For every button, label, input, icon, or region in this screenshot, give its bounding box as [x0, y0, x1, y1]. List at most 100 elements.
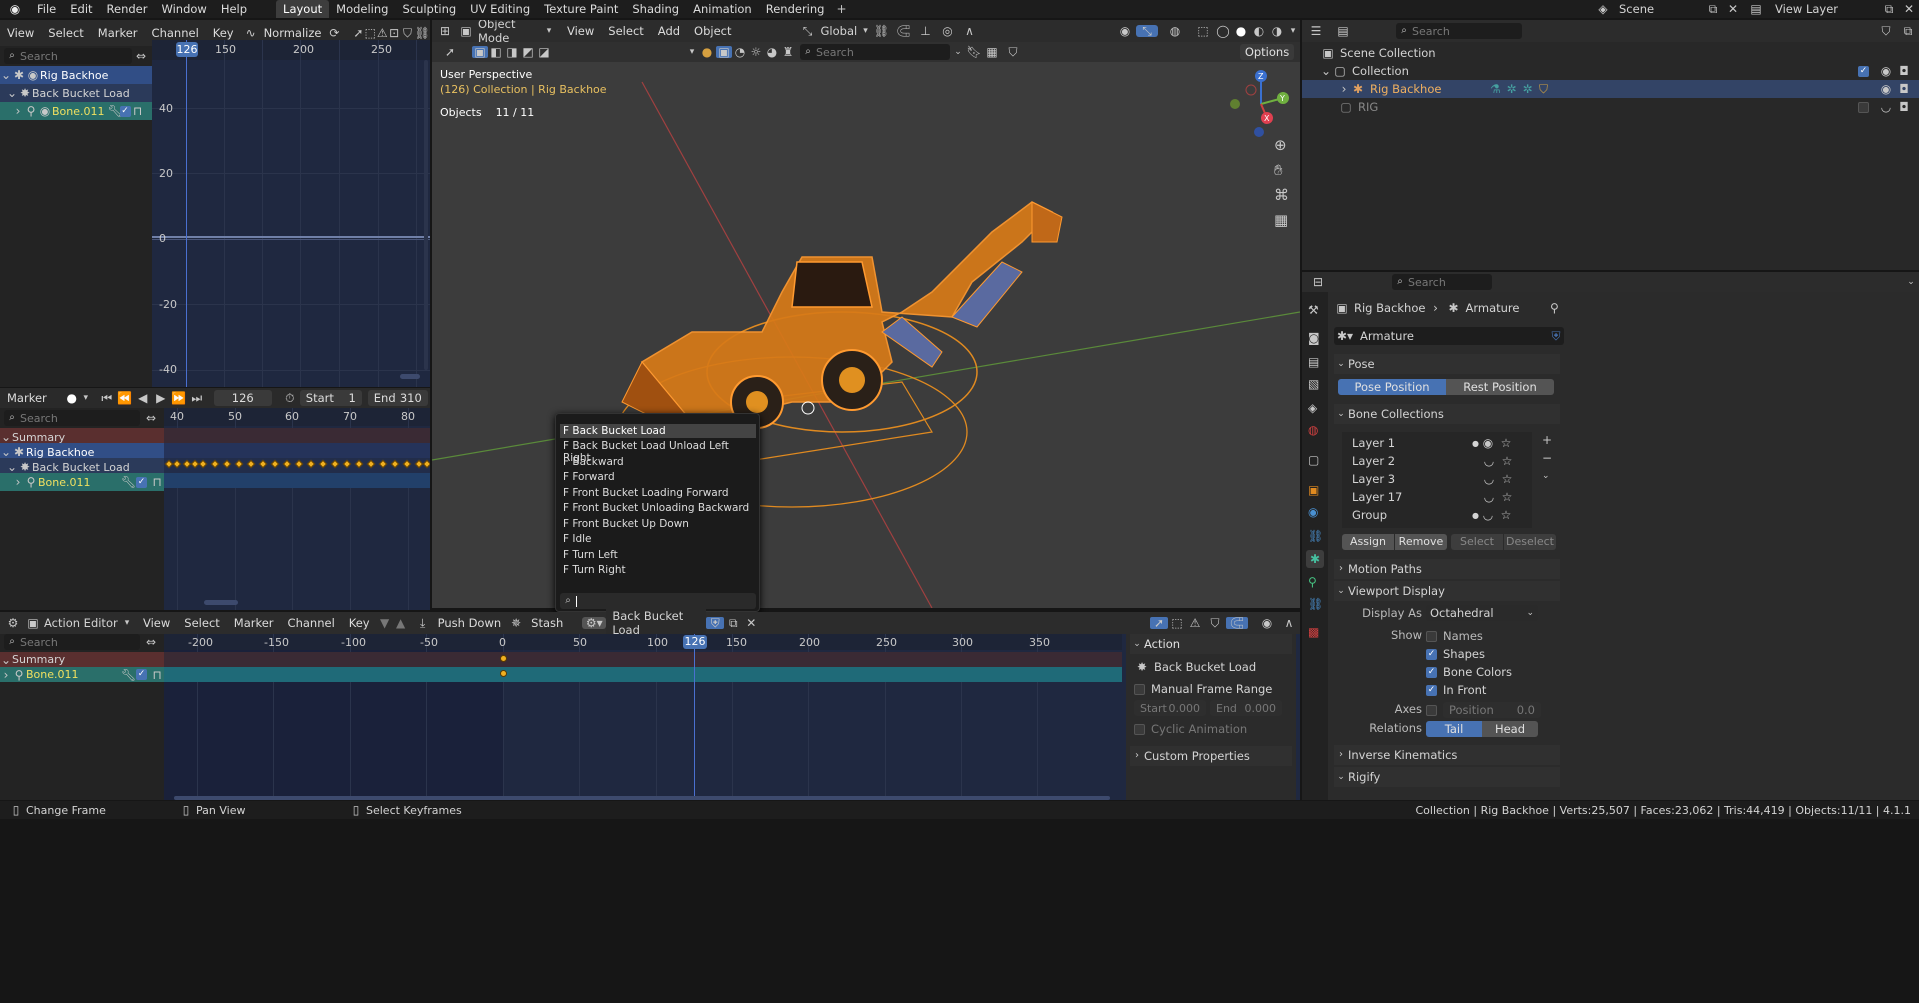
camera-view-icon[interactable]: ⌘: [1274, 188, 1289, 203]
timeline-keyframe[interactable]: [390, 459, 400, 469]
bone-collection-row[interactable]: Group ● ◡ ☆: [1342, 506, 1532, 524]
proportional-icon[interactable]: ◉: [1256, 617, 1278, 629]
graph-menu-view[interactable]: View: [0, 22, 41, 44]
bone-colors-checkbox[interactable]: ✓: [1426, 666, 1437, 678]
dropdown-item[interactable]: F Turn Right: [563, 564, 626, 576]
outliner-search-input[interactable]: Search: [1412, 25, 1450, 38]
blender-logo-icon[interactable]: ◉: [0, 3, 30, 15]
chevron-down-icon[interactable]: ▾: [861, 26, 871, 36]
box-select-icon[interactable]: ⬚: [1168, 617, 1186, 629]
view-layer-name[interactable]: View Layer: [1769, 2, 1879, 16]
render-shading-icon[interactable]: ◑: [1268, 25, 1286, 37]
viewport-display-header[interactable]: ⌄ Viewport Display: [1334, 581, 1560, 601]
layer-down-icon[interactable]: ▼: [377, 617, 393, 629]
expand-icon[interactable]: ⌄: [1320, 65, 1332, 77]
graph-vscrollbar[interactable]: [424, 60, 428, 370]
dropdown-item[interactable]: F Front Bucket Unloading Backward: [563, 502, 749, 514]
graph-menu-marker[interactable]: Marker: [91, 22, 145, 44]
ae-menu-select[interactable]: Select: [177, 612, 226, 634]
timeline-keyframes[interactable]: [164, 458, 430, 473]
zoom-icon[interactable]: ⊕: [1274, 138, 1287, 153]
ae-keyframe-area[interactable]: -200 -150 -100 -50 0 50 100 150 200 250 …: [164, 634, 1122, 800]
remove-collection-icon[interactable]: −: [1542, 452, 1552, 464]
dropdown-item[interactable]: F Front Bucket Loading Forward: [563, 487, 729, 499]
timeline-keyframe[interactable]: [422, 459, 430, 469]
graph-menu-select[interactable]: Select: [41, 22, 90, 44]
menu-file[interactable]: File: [30, 0, 63, 18]
timeline-keyframe[interactable]: [378, 459, 388, 469]
bone-collection-row[interactable]: Layer 3 ◡ ☆: [1342, 470, 1532, 488]
action-panel-name[interactable]: Back Bucket Load: [1150, 660, 1256, 674]
new-collection-icon[interactable]: ⧉: [1897, 25, 1919, 37]
ae-menu-key[interactable]: Key: [342, 612, 377, 634]
tab-uv-editing[interactable]: UV Editing: [463, 0, 537, 18]
push-down-icon[interactable]: ⤓: [415, 617, 431, 629]
link-icon[interactable]: ⛓: [415, 27, 430, 39]
expand-icon[interactable]: ›: [12, 476, 24, 488]
star-icon[interactable]: ☆: [1498, 473, 1516, 485]
timeline-keyframe[interactable]: [318, 459, 328, 469]
rigify-header[interactable]: ⌄ Rigify: [1334, 767, 1560, 787]
action-start-field[interactable]: Start 0.000: [1134, 700, 1206, 716]
falloff-icon[interactable]: ∧: [1278, 617, 1300, 629]
motion-paths-header[interactable]: › Motion Paths: [1334, 559, 1560, 579]
filter-icon[interactable]: ⛉: [1002, 46, 1024, 58]
remove-button[interactable]: Remove: [1395, 534, 1447, 550]
eye-icon[interactable]: ◉: [1877, 65, 1895, 77]
expand-icon[interactable]: ⌄: [0, 431, 12, 443]
view-layer-icon[interactable]: ▤: [1743, 3, 1769, 15]
filter-icon[interactable]: ⛉: [1204, 617, 1226, 629]
filter-camera-icon[interactable]: ◕: [764, 46, 780, 58]
timeline-keyframe[interactable]: [246, 459, 256, 469]
current-frame-field[interactable]: 126: [213, 390, 272, 406]
editor-type-icon[interactable]: ☰: [1302, 25, 1330, 37]
tab-layout[interactable]: Layout: [276, 0, 330, 18]
menu-window[interactable]: Window: [154, 0, 213, 18]
new-view-layer-icon[interactable]: ⧉: [1879, 3, 1899, 15]
graph-area[interactable]: 126 150 200 250 40 20 0 -20 -40: [152, 40, 430, 387]
eye-icon[interactable]: ◉: [1877, 83, 1895, 95]
lock-icon[interactable]: ⊓: [150, 476, 164, 488]
graph-scrollbar[interactable]: [400, 374, 420, 379]
timeline-keyframe[interactable]: [210, 459, 220, 469]
timeline-keyframe[interactable]: [366, 459, 376, 469]
cyclic-checkbox[interactable]: [1134, 723, 1145, 735]
play-reverse-icon[interactable]: ◀: [134, 392, 152, 404]
channel-action[interactable]: ⌄ ✸ Back Bucket Load: [0, 84, 152, 102]
proportional-icon[interactable]: ◎: [937, 25, 959, 37]
select-cursor-icon[interactable]: ➚: [1150, 617, 1168, 629]
select-new-icon[interactable]: ▣: [472, 46, 488, 58]
timeline-keyframe[interactable]: [306, 459, 316, 469]
timeline-search-input[interactable]: Search: [20, 412, 58, 425]
star-icon[interactable]: ☆: [1498, 455, 1516, 467]
chevron-down-icon[interactable]: ⌄: [950, 47, 966, 57]
action-panel-header[interactable]: ⌄ Action: [1130, 634, 1292, 654]
wireframe-shading-icon[interactable]: ◯: [1214, 25, 1232, 37]
ae-summary[interactable]: ⌄ Summary: [0, 652, 164, 667]
mode-icon[interactable]: ▣: [458, 25, 474, 37]
expand-icon[interactable]: ⌄: [0, 69, 12, 81]
wrench-icon[interactable]: 🔧︎: [121, 476, 136, 488]
pose-section-header[interactable]: ⌄ Pose: [1334, 354, 1560, 374]
outliner-scene-collection[interactable]: ▣ Scene Collection: [1302, 44, 1919, 62]
material-shading-icon[interactable]: ◐: [1250, 25, 1268, 37]
select-invert-icon[interactable]: ◩: [520, 46, 536, 58]
solid-shading-icon[interactable]: ●: [1232, 25, 1250, 37]
bookmark-icon[interactable]: 🔖︎: [966, 46, 982, 58]
chevron-down-icon[interactable]: ▾: [544, 26, 554, 36]
star-icon[interactable]: ☆: [1497, 509, 1515, 521]
deselect-button[interactable]: Deselect: [1504, 534, 1556, 550]
warning-icon[interactable]: ⚠: [1186, 617, 1204, 629]
start-frame-field[interactable]: Start 1: [299, 390, 362, 406]
bone-collections-header[interactable]: ⌄ Bone Collections: [1334, 404, 1560, 424]
action-name-field[interactable]: Back Bucket Load: [606, 609, 707, 637]
timeline-keyframe[interactable]: [294, 459, 304, 469]
ae-current-frame[interactable]: 126: [683, 635, 707, 649]
unlink-action-icon[interactable]: ✕: [742, 617, 760, 629]
ae-search-input[interactable]: Search: [20, 636, 58, 649]
timeline-keyframe[interactable]: [198, 459, 208, 469]
chevron-down-icon[interactable]: ▾: [686, 47, 698, 57]
stash-button[interactable]: Stash: [524, 612, 570, 634]
timeline-keyframe[interactable]: [402, 459, 412, 469]
head-button[interactable]: Head: [1482, 721, 1538, 737]
